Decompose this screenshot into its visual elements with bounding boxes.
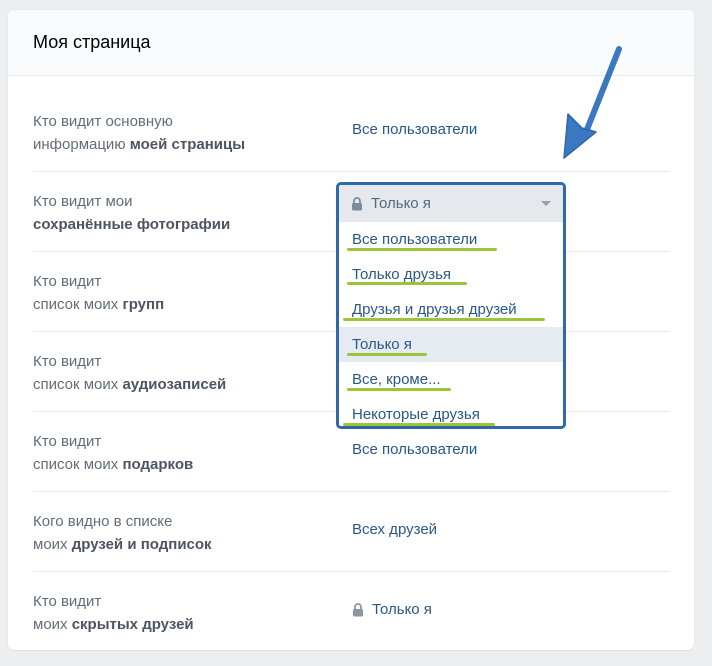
dropdown-selected[interactable]: Только я bbox=[339, 185, 563, 222]
dropdown-option-only-me[interactable]: Только я bbox=[339, 327, 563, 362]
setting-label: Кто видит основную информацию моей стран… bbox=[33, 113, 246, 153]
setting-label: Кто видит моих скрытых друзей bbox=[33, 593, 194, 633]
setting-row-hidden-friends: Кто видит моих скрытых друзей Только я bbox=[33, 572, 669, 650]
setting-value-link[interactable]: Все пользователи bbox=[352, 441, 477, 458]
setting-label: Кто видит список моих групп bbox=[33, 273, 165, 313]
annotation-arrow-icon bbox=[563, 46, 622, 159]
dropdown-option-friends-only[interactable]: Только друзья bbox=[339, 257, 563, 292]
page-title: Моя страница bbox=[33, 32, 151, 52]
annotation-underline bbox=[347, 388, 451, 391]
annotation-underline bbox=[343, 423, 495, 426]
setting-label: Кто видит список моих подарков bbox=[33, 433, 194, 473]
annotation-underline bbox=[347, 248, 497, 251]
dropdown-option-friends-of-friends[interactable]: Друзья и друзья друзей bbox=[339, 292, 563, 327]
setting-label: Кого видно в списке моих друзей и подпис… bbox=[33, 513, 212, 553]
lock-icon bbox=[352, 602, 364, 617]
setting-value-link[interactable]: Все пользователи bbox=[352, 121, 477, 138]
setting-label: Кто видит мои сохранённые фотографии bbox=[33, 193, 231, 233]
dropdown-option-all-except[interactable]: Все, кроме... bbox=[339, 362, 563, 397]
chevron-down-icon[interactable] bbox=[541, 201, 551, 206]
setting-row-friends-list: Кого видно в списке моих друзей и подпис… bbox=[33, 492, 669, 572]
setting-label: Кто видит список моих аудиозаписей bbox=[33, 353, 227, 393]
privacy-dropdown[interactable]: Только я Все пользователи Только друзья … bbox=[336, 182, 566, 429]
setting-value-link[interactable]: Всех друзей bbox=[352, 521, 437, 538]
setting-value-link[interactable]: Только я bbox=[352, 601, 432, 618]
annotation-underline bbox=[347, 282, 467, 285]
annotation-underline bbox=[347, 353, 427, 356]
annotation-underline bbox=[343, 318, 545, 321]
dropdown-option-all-users[interactable]: Все пользователи bbox=[339, 222, 563, 257]
lock-icon bbox=[351, 196, 363, 211]
